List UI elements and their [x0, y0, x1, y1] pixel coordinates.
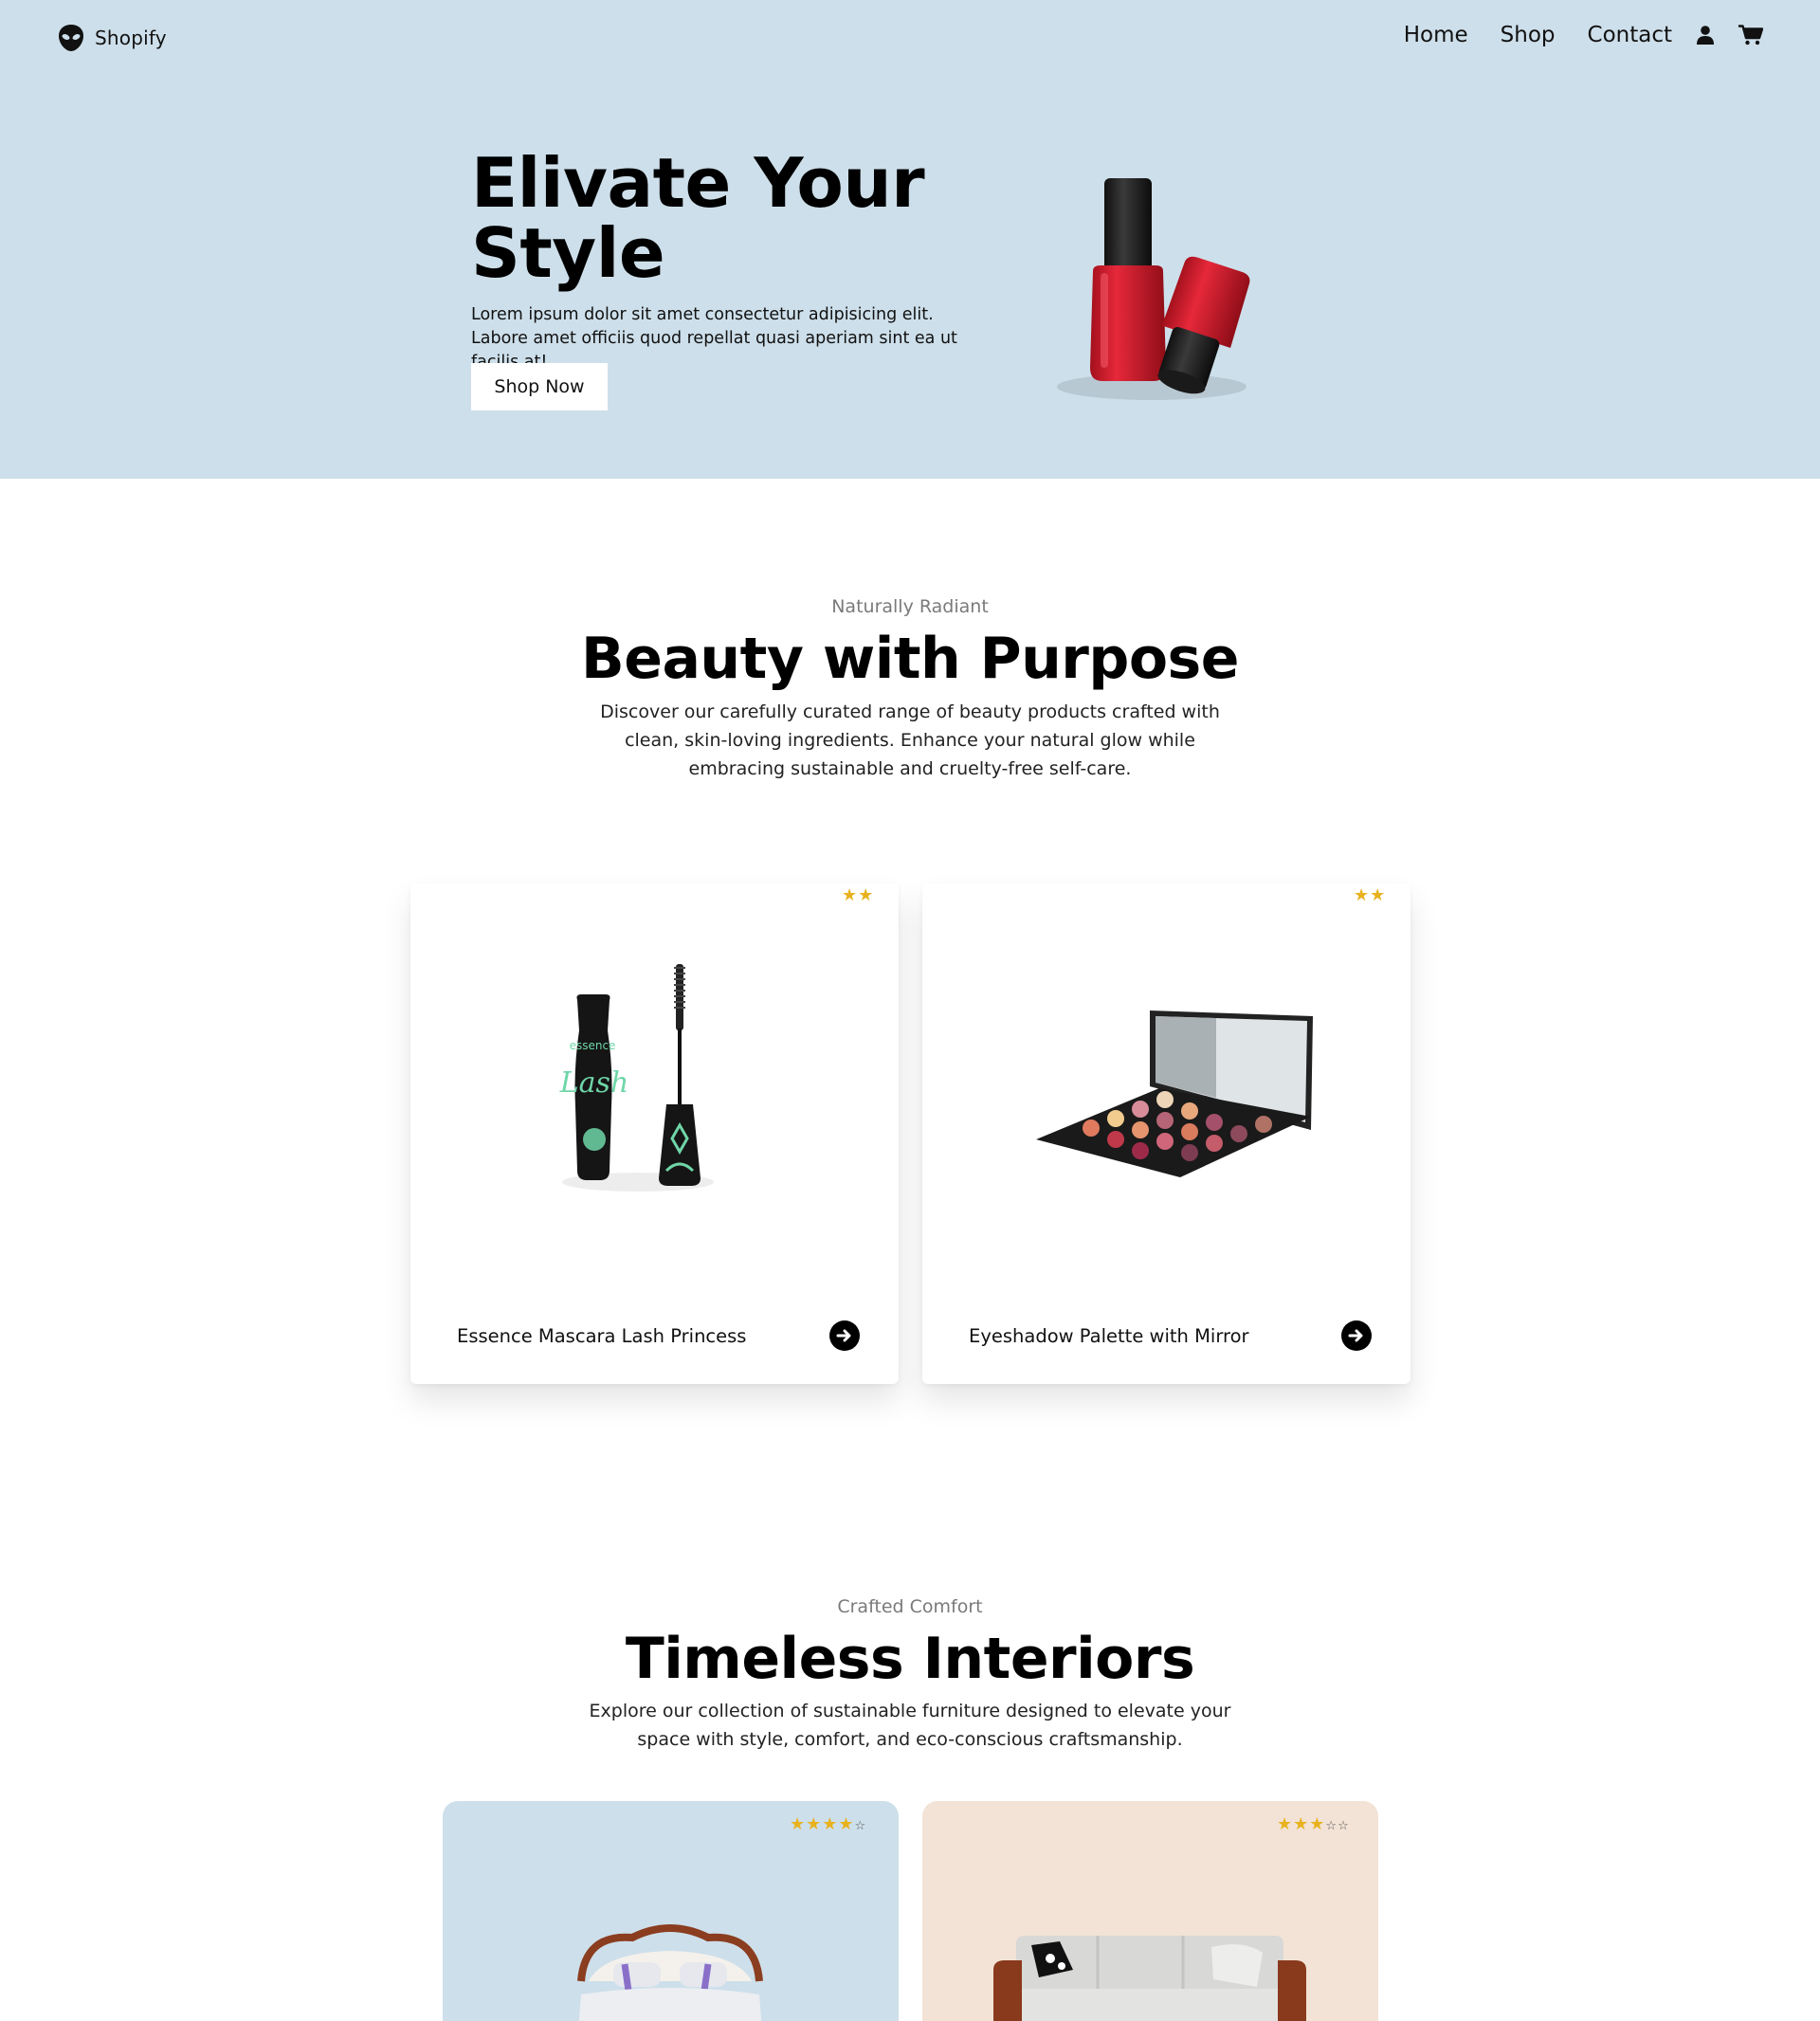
- nav-contact-link[interactable]: Contact: [1588, 23, 1672, 47]
- arrow-right-icon[interactable]: [829, 1320, 860, 1351]
- hero-title: Elivate Your Style: [471, 143, 925, 293]
- brand-name: Shopify: [95, 27, 167, 49]
- svg-text:Lash: Lash: [559, 1066, 629, 1100]
- product-card-sofa[interactable]: ★★★☆☆: [922, 1801, 1378, 2021]
- hero-section: Shopify Home Shop Contact Elivate Your S…: [0, 0, 1820, 479]
- nav-home-link[interactable]: Home: [1404, 23, 1468, 47]
- brand-logo[interactable]: Shopify: [57, 23, 167, 53]
- interiors-eyebrow: Crafted Comfort: [837, 1596, 983, 1617]
- empty-stars: ☆☆: [1325, 1819, 1350, 1833]
- beauty-description: Discover our carefully curated range of …: [0, 698, 1820, 783]
- cart-icon[interactable]: [1738, 25, 1763, 46]
- top-nav: Shopify Home Shop Contact: [0, 0, 1820, 78]
- interiors-description: Explore our collection of sustainable fu…: [0, 1697, 1820, 1754]
- empty-stars: ☆: [854, 1819, 867, 1833]
- alien-icon: [59, 25, 83, 51]
- eyeshadow-palette-image: [1036, 1010, 1313, 1177]
- shop-now-button[interactable]: Shop Now: [471, 363, 608, 410]
- product-name[interactable]: Eyeshadow Palette with Mirror: [969, 1325, 1249, 1347]
- nav-shop-link[interactable]: Shop: [1501, 23, 1556, 47]
- rating-stars: ★★: [842, 885, 875, 905]
- interiors-description-text: Explore our collection of sustainable fu…: [589, 1701, 1231, 1750]
- filled-stars: ★★★★: [790, 1814, 855, 1834]
- rating-stars: ★★★★☆: [790, 1814, 866, 1834]
- beauty-eyebrow: Naturally Radiant: [831, 596, 989, 617]
- rating-stars: ★★: [1354, 885, 1387, 905]
- user-icon[interactable]: [1697, 26, 1714, 45]
- product-card-bed[interactable]: ★★★★☆: [443, 1801, 899, 2021]
- rating-stars: ★★★☆☆: [1277, 1814, 1350, 1834]
- beauty-description-text: Discover our carefully curated range of …: [600, 701, 1220, 779]
- mascara-image: essence Lash: [559, 964, 714, 1192]
- beauty-title: Beauty with Purpose: [581, 626, 1239, 692]
- svg-text:essence: essence: [570, 1039, 616, 1052]
- product-card-mascara[interactable]: ★★ essence Lash Essence Mascara Lash Pri…: [410, 883, 899, 1384]
- product-name[interactable]: Essence Mascara Lash Princess: [457, 1325, 746, 1347]
- bed-image: [577, 1924, 763, 2021]
- nav-links: Home Shop Contact: [1404, 23, 1763, 47]
- interiors-title: Timeless Interiors: [625, 1626, 1195, 1692]
- filled-stars: ★★★: [1277, 1814, 1326, 1834]
- product-card-eyeshadow[interactable]: ★★ Eyeshadow Palette with Mirror: [922, 883, 1410, 1384]
- sofa-image: [993, 1936, 1306, 2021]
- arrow-right-icon[interactable]: [1341, 1320, 1372, 1351]
- nail-polish-image: [1057, 178, 1250, 400]
